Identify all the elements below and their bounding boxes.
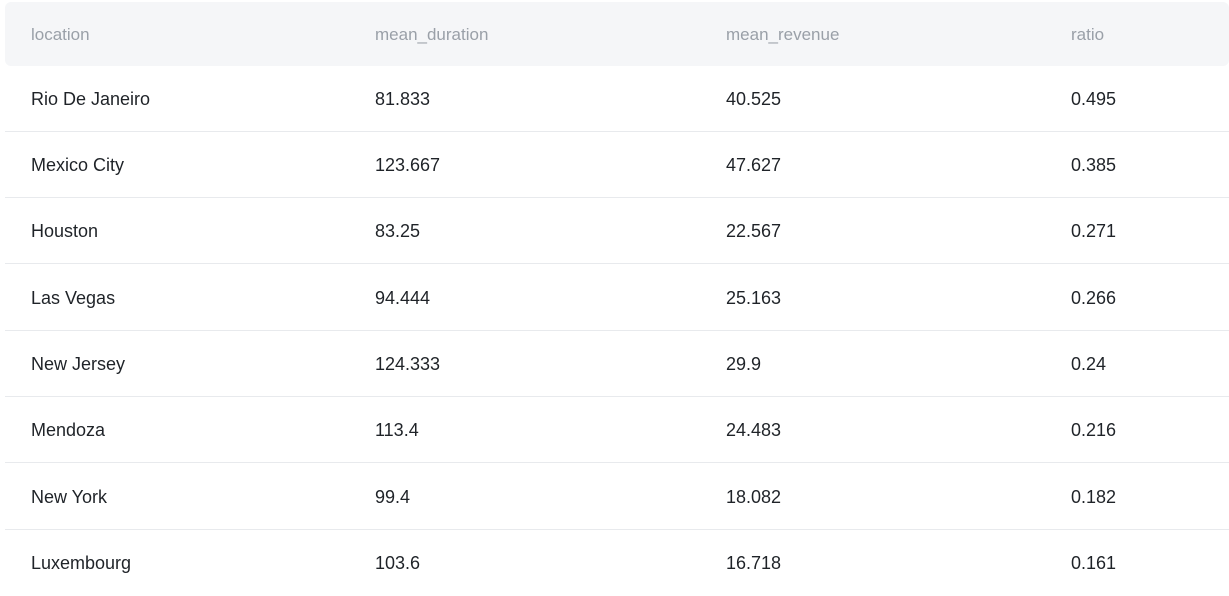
cell-location: Rio De Janeiro <box>31 89 151 109</box>
table-row: New Jersey 124.333 29.9 0.24 <box>5 331 1229 397</box>
cell-mean-duration: 113.4 <box>375 420 419 440</box>
cell-location: Houston <box>31 221 99 241</box>
column-header-ratio[interactable]: ratio <box>1071 2 1104 66</box>
cell-location: Luxembourg <box>31 553 132 573</box>
cell-ratio: 0.495 <box>1071 89 1117 109</box>
cell-mean-revenue: 16.718 <box>726 553 782 573</box>
cell-mean-revenue: 24.483 <box>726 420 782 440</box>
column-header-mean-duration[interactable]: mean_duration <box>375 2 488 66</box>
cell-ratio: 0.266 <box>1071 288 1117 308</box>
cell-ratio: 0.385 <box>1071 155 1117 175</box>
table-row: New York 99.4 18.082 0.182 <box>5 464 1229 530</box>
cell-location: Mexico City <box>31 155 125 175</box>
cell-ratio: 0.182 <box>1071 487 1117 507</box>
cell-mean-revenue: 29.9 <box>726 354 762 374</box>
cell-mean-revenue: 40.525 <box>726 89 782 109</box>
table-row: Las Vegas 94.444 25.163 0.266 <box>5 265 1229 331</box>
table-header-row: location mean_duration mean_revenue rati… <box>5 2 1229 66</box>
cell-mean-revenue: 47.627 <box>726 155 782 175</box>
cell-mean-revenue: 22.567 <box>726 221 782 241</box>
cell-mean-duration: 103.6 <box>375 553 421 573</box>
cell-location: Las Vegas <box>31 288 116 308</box>
column-header-mean-revenue[interactable]: mean_revenue <box>726 2 839 66</box>
table-row: Mexico City 123.667 47.627 0.385 <box>5 132 1229 198</box>
cell-location: Mendoza <box>31 420 106 440</box>
cell-location: New Jersey <box>31 354 126 374</box>
cell-location: New York <box>31 487 108 507</box>
table-row: Mendoza 113.4 24.483 0.216 <box>5 397 1229 463</box>
cell-mean-duration: 99.4 <box>375 487 411 507</box>
table-row: Rio De Janeiro 81.833 40.525 0.495 <box>5 66 1229 132</box>
cell-mean-revenue: 18.082 <box>726 487 782 507</box>
cell-mean-duration: 94.444 <box>375 288 431 308</box>
cell-mean-duration: 81.833 <box>375 89 431 109</box>
cell-mean-revenue: 25.163 <box>726 288 782 308</box>
cell-ratio: 0.24 <box>1071 354 1107 374</box>
data-table: location mean_duration mean_revenue rati… <box>0 0 1229 596</box>
cell-mean-duration: 123.667 <box>375 155 441 175</box>
column-header-location[interactable]: location <box>31 2 90 66</box>
cell-ratio: 0.161 <box>1071 553 1117 573</box>
cell-mean-duration: 124.333 <box>375 354 441 374</box>
cell-mean-duration: 83.25 <box>375 221 421 241</box>
cell-ratio: 0.216 <box>1071 420 1117 440</box>
table-row: Houston 83.25 22.567 0.271 <box>5 198 1229 264</box>
table-row: Luxembourg 103.6 16.718 0.161 <box>5 530 1229 596</box>
cell-ratio: 0.271 <box>1071 221 1117 241</box>
